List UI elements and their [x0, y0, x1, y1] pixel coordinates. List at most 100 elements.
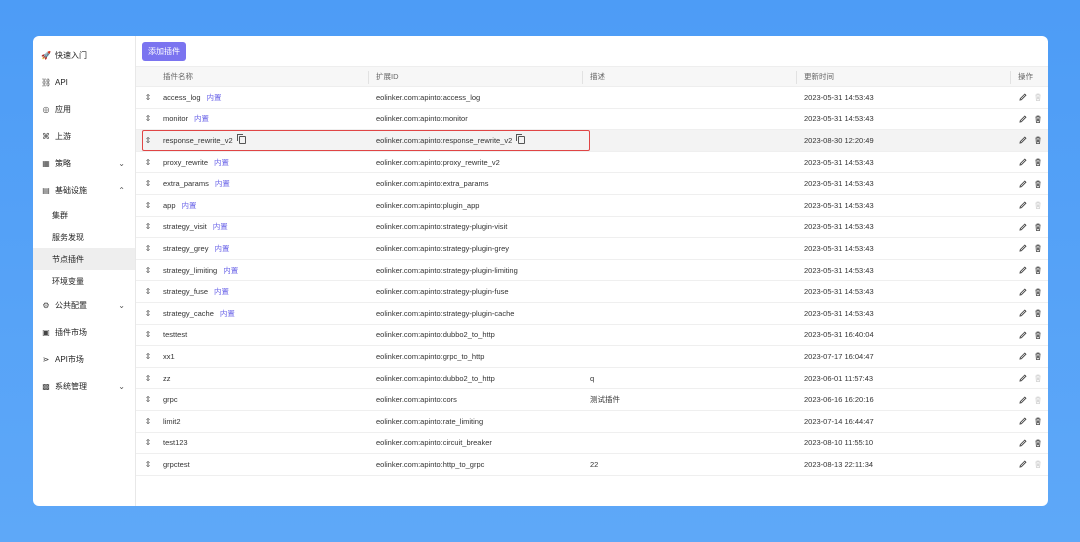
sidebar-item-upstream[interactable]: ⌘ 上游: [33, 123, 135, 150]
table-row[interactable]: ⇕ strategy_visit 内置 eolinker.com:apinto:str…: [136, 217, 1048, 239]
edit-icon[interactable]: [1018, 438, 1028, 448]
header-desc[interactable]: 描述: [590, 71, 605, 82]
table-row[interactable]: ⇕ limit2 eolinker.com:apinto:rate_limiting…: [136, 411, 1048, 433]
sidebar-item-system[interactable]: ▩ 系统管理 ⌄: [33, 373, 135, 400]
header-name[interactable]: 插件名称: [163, 71, 193, 82]
drag-handle-icon[interactable]: ⇕: [144, 309, 152, 318]
drag-handle-icon[interactable]: ⇕: [144, 201, 152, 210]
table-row[interactable]: ⇕ monitor 内置 eolinker.com:apinto:monitor 202…: [136, 109, 1048, 131]
delete-icon[interactable]: [1033, 114, 1043, 124]
edit-icon[interactable]: [1018, 330, 1028, 340]
plugin-name[interactable]: strategy_grey: [163, 244, 208, 253]
plugin-name[interactable]: response_rewrite_v2: [163, 136, 233, 145]
drag-handle-icon[interactable]: ⇕: [144, 352, 152, 361]
plugin-name[interactable]: strategy_fuse: [163, 287, 208, 296]
drag-handle-icon[interactable]: ⇕: [144, 179, 152, 188]
plugin-name[interactable]: testtest: [163, 330, 187, 339]
table-row[interactable]: ⇕ app 内置 eolinker.com:apinto:plugin_app 2023…: [136, 195, 1048, 217]
table-row[interactable]: ⇕ grpc eolinker.com:apinto:cors 测试插件 2023-06…: [136, 389, 1048, 411]
table-row[interactable]: ⇕ extra_params 内置 eolinker.com:apinto:extra…: [136, 173, 1048, 195]
edit-icon[interactable]: [1018, 179, 1028, 189]
table-row[interactable]: ⇕ xx1 eolinker.com:apinto:grpc_to_http 2023…: [136, 346, 1048, 368]
plugin-name[interactable]: limit2: [163, 417, 181, 426]
edit-icon[interactable]: [1018, 265, 1028, 275]
edit-icon[interactable]: [1018, 373, 1028, 383]
drag-handle-icon[interactable]: ⇕: [144, 438, 152, 447]
drag-handle-icon[interactable]: ⇕: [144, 222, 152, 231]
delete-icon[interactable]: [1033, 351, 1043, 361]
plugin-name[interactable]: strategy_limiting: [163, 266, 217, 275]
edit-icon[interactable]: [1018, 92, 1028, 102]
sidebar-item-link[interactable]: ⛓ API: [33, 69, 135, 96]
drag-handle-icon[interactable]: ⇕: [144, 266, 152, 275]
edit-icon[interactable]: [1018, 222, 1028, 232]
edit-icon[interactable]: [1018, 200, 1028, 210]
sidebar-item-config[interactable]: ⚙ 公共配置 ⌄: [33, 292, 135, 319]
plugin-name[interactable]: strategy_visit: [163, 222, 207, 231]
sidebar-subitem[interactable]: 环境变量: [33, 270, 135, 292]
plugin-name[interactable]: strategy_cache: [163, 309, 214, 318]
sidebar-item-strategy[interactable]: ▦ 策略 ⌄: [33, 150, 135, 177]
drag-handle-icon[interactable]: ⇕: [144, 417, 152, 426]
edit-icon[interactable]: [1018, 416, 1028, 426]
delete-icon[interactable]: [1033, 157, 1043, 167]
header-id[interactable]: 扩展ID: [376, 71, 399, 82]
table-row[interactable]: ⇕ access_log 内置 eolinker.com:apinto:access_…: [136, 87, 1048, 109]
delete-icon[interactable]: [1033, 308, 1043, 318]
plugin-name[interactable]: grpctest: [163, 460, 190, 469]
sidebar-item-infrastructure[interactable]: ▤ 基础设施 ⌃: [33, 177, 135, 204]
plugin-name[interactable]: test123: [163, 438, 188, 447]
table-row[interactable]: ⇕ testtest eolinker.com:apinto:dubbo2_to_h…: [136, 325, 1048, 347]
add-plugin-button[interactable]: 添加插件: [142, 41, 186, 61]
table-row[interactable]: ⇕ response_rewrite_v2 eolinker.com:apinto:…: [136, 129, 1048, 152]
edit-icon[interactable]: [1018, 135, 1028, 145]
delete-icon[interactable]: [1033, 243, 1043, 253]
drag-handle-icon[interactable]: ⇕: [144, 460, 152, 469]
plugin-name[interactable]: zz: [163, 374, 171, 383]
table-row[interactable]: ⇕ strategy_limiting 内置 eolinker.com:apinto:…: [136, 260, 1048, 282]
drag-handle-icon[interactable]: ⇕: [144, 244, 152, 253]
plugin-name[interactable]: xx1: [163, 352, 175, 361]
chevron-up-icon[interactable]: ⌃: [118, 186, 125, 195]
table-row[interactable]: ⇕ strategy_cache 内置 eolinker.com:apinto:str…: [136, 303, 1048, 325]
edit-icon[interactable]: [1018, 395, 1028, 405]
sidebar-item-rocket[interactable]: 🚀 快速入门: [33, 42, 135, 69]
sidebar-subitem[interactable]: 集群: [33, 204, 135, 226]
chevron-down-icon[interactable]: ⌄: [118, 301, 125, 310]
drag-handle-icon[interactable]: ⇕: [144, 395, 152, 404]
chevron-down-icon[interactable]: ⌄: [118, 382, 125, 391]
drag-handle-icon[interactable]: ⇕: [144, 136, 152, 145]
delete-icon[interactable]: [1033, 135, 1043, 145]
delete-icon[interactable]: [1033, 438, 1043, 448]
sidebar-subitem[interactable]: 服务发现: [33, 226, 135, 248]
sidebar-subitem[interactable]: 节点插件: [33, 248, 135, 270]
table-row[interactable]: ⇕ test123 eolinker.com:apinto:circuit_brea…: [136, 433, 1048, 455]
plugin-name[interactable]: app: [163, 201, 176, 210]
plugin-name[interactable]: extra_params: [163, 179, 209, 188]
table-row[interactable]: ⇕ grpctest eolinker.com:apinto:http_to_grp…: [136, 454, 1048, 476]
drag-handle-icon[interactable]: ⇕: [144, 158, 152, 167]
drag-handle-icon[interactable]: ⇕: [144, 374, 152, 383]
sidebar-item-plugin-market[interactable]: ▣ 插件市场: [33, 319, 135, 346]
plugin-name[interactable]: grpc: [163, 395, 178, 404]
edit-icon[interactable]: [1018, 157, 1028, 167]
edit-icon[interactable]: [1018, 351, 1028, 361]
edit-icon[interactable]: [1018, 114, 1028, 124]
edit-icon[interactable]: [1018, 459, 1028, 469]
edit-icon[interactable]: [1018, 243, 1028, 253]
plugin-name[interactable]: monitor: [163, 114, 188, 123]
plugin-name[interactable]: access_log: [163, 93, 201, 102]
delete-icon[interactable]: [1033, 287, 1043, 297]
header-time[interactable]: 更新时间: [804, 71, 834, 82]
delete-icon[interactable]: [1033, 330, 1043, 340]
delete-icon[interactable]: [1033, 179, 1043, 189]
chevron-down-icon[interactable]: ⌄: [118, 159, 125, 168]
copy-icon[interactable]: [516, 133, 526, 144]
table-row[interactable]: ⇕ proxy_rewrite 内置 eolinker.com:apinto:prox…: [136, 152, 1048, 174]
edit-icon[interactable]: [1018, 308, 1028, 318]
edit-icon[interactable]: [1018, 287, 1028, 297]
copy-icon[interactable]: [236, 133, 246, 144]
table-row[interactable]: ⇕ strategy_fuse 内置 eolinker.com:apinto:stra…: [136, 281, 1048, 303]
table-row[interactable]: ⇕ zz eolinker.com:apinto:dubbo2_to_http q 20…: [136, 368, 1048, 390]
drag-handle-icon[interactable]: ⇕: [144, 287, 152, 296]
